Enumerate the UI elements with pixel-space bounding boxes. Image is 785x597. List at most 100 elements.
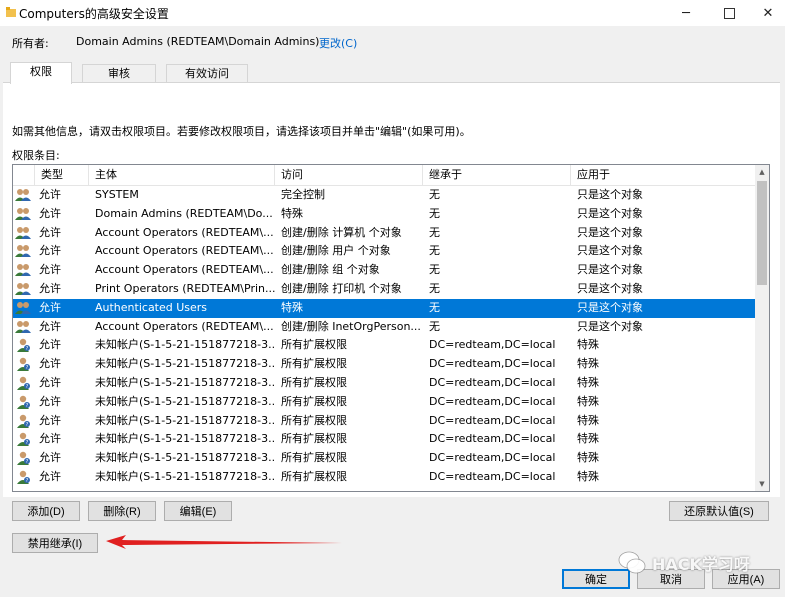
table-row[interactable]: ? 允许 未知帐户(S-1-5-21-151877218-3... 所有扩展权限 DC=…	[13, 355, 755, 374]
cell-applies-to: 只是这个对象	[577, 188, 643, 201]
table-row[interactable]: ? 允许 未知帐户(S-1-5-21-151877218-3... 所有扩展权限 DC=…	[13, 430, 755, 449]
cell-principal: Account Operators (REDTEAM\...	[95, 225, 274, 239]
owner-change-link[interactable]: 更改(C)	[319, 35, 357, 51]
cell-type: 允许	[39, 394, 61, 408]
minimize-button[interactable]: ─	[666, 0, 706, 26]
cell-inherited-from: DC=redteam,DC=local	[429, 375, 556, 389]
table-row[interactable]: 允许 Print Operators (REDTEAM\Prin... 创建/删除 …	[13, 280, 755, 299]
group-icon	[15, 187, 31, 203]
cell-inherited-from: DC=redteam,DC=local	[429, 413, 556, 427]
cell-principal: 未知帐户(S-1-5-21-151877218-3...	[95, 357, 275, 371]
table-row[interactable]: 允许 Domain Admins (REDTEAM\Do... 特殊 无 只是这个对象	[13, 205, 755, 224]
scroll-down-button[interactable]: ▼	[755, 477, 769, 491]
svg-text:?: ?	[26, 403, 29, 409]
cell-access: 所有扩展权限	[281, 338, 347, 352]
instruction-text: 如需其他信息，请双击权限项目。若要修改权限项目，请选择该项目并单击"编辑"(如果…	[12, 125, 471, 138]
cell-inherited-from: 无	[429, 263, 440, 277]
table-row[interactable]: ? 允许 未知帐户(S-1-5-21-151877218-3... 所有扩展权限 DC=…	[13, 374, 755, 393]
table-row[interactable]: 允许 Account Operators (REDTEAM\... 创建/删除 In…	[13, 318, 755, 337]
cell-type: 允许	[39, 225, 61, 239]
unknown-user-icon: ?	[15, 337, 31, 353]
cell-type: 允许	[39, 319, 61, 333]
table-row[interactable]: ? 允许 未知帐户(S-1-5-21-151877218-3... 所有扩展权限 DC=…	[13, 449, 755, 468]
vertical-scrollbar[interactable]: ▲ ▼	[755, 165, 769, 491]
cell-principal: 未知帐户(S-1-5-21-151877218-3...	[95, 375, 275, 389]
disable-inheritance-button[interactable]: 禁用继承(I)	[12, 533, 98, 553]
scroll-thumb[interactable]	[757, 181, 767, 285]
table-row[interactable]: ? 允许 未知帐户(S-1-5-21-151877218-3... 所有扩展权限 DC=…	[13, 468, 755, 487]
unknown-user-icon: ?	[15, 469, 31, 485]
window-title: Computers的高级安全设置	[19, 7, 169, 21]
cell-inherited-from: DC=redteam,DC=local	[429, 357, 556, 371]
row-icon-cell: ?	[13, 430, 35, 449]
chevron-up-icon: ▲	[759, 168, 765, 176]
header-access[interactable]: 访问	[275, 165, 423, 185]
cell-access: 创建/删除 InetOrgPerson...	[281, 319, 421, 333]
group-icon	[15, 206, 31, 222]
cell-access: 特殊	[281, 300, 303, 314]
cell-inherited-from: 无	[429, 300, 440, 314]
cell-access: 创建/删除 计算机 个对象	[281, 225, 402, 239]
cell-applies-to: 特殊	[577, 338, 599, 352]
unknown-user-icon: ?	[15, 356, 31, 372]
cell-access: 所有扩展权限	[281, 451, 347, 465]
cell-access: 所有扩展权限	[281, 432, 347, 446]
header-principal[interactable]: 主体	[89, 165, 275, 185]
group-icon	[15, 300, 31, 316]
cell-type: 允许	[39, 357, 61, 371]
cell-principal: 未知帐户(S-1-5-21-151877218-3...	[95, 394, 275, 408]
cell-principal: 未知帐户(S-1-5-21-151877218-3...	[95, 469, 275, 483]
table-row[interactable]: 允许 Account Operators (REDTEAM\... 创建/删除 组 …	[13, 261, 755, 280]
svg-text:?: ?	[26, 346, 29, 352]
header-inherited-from[interactable]: 继承于	[423, 165, 571, 185]
cell-principal: 未知帐户(S-1-5-21-151877218-3...	[95, 338, 275, 352]
cell-inherited-from: 无	[429, 244, 440, 258]
cell-access: 所有扩展权限	[281, 375, 347, 389]
tab-effective-access[interactable]: 有效访问	[166, 64, 248, 82]
row-icon-cell	[13, 186, 35, 205]
tab-permissions[interactable]: 权限	[10, 62, 72, 84]
cell-principal: Authenticated Users	[95, 300, 208, 314]
row-icon-cell: ?	[13, 336, 35, 355]
table-row[interactable]: ? 允许 未知帐户(S-1-5-21-151877218-3... 所有扩展权限 DC=…	[13, 336, 755, 355]
group-icon	[15, 225, 31, 241]
table-row[interactable]: 允许 Authenticated Users 特殊 无 只是这个对象	[13, 298, 755, 318]
header-applies-to[interactable]: 应用于	[571, 165, 755, 185]
cell-type: 允许	[39, 375, 61, 389]
add-button[interactable]: 添加(D)	[12, 501, 80, 521]
close-button[interactable]: ✕	[748, 0, 785, 26]
row-icon-cell	[13, 299, 35, 318]
permission-entries-list[interactable]: 类型 主体 访问 继承于 应用于 允许 SYSTEM 完全控制无只是这个对象 允许 Do…	[12, 164, 770, 492]
tab-auditing[interactable]: 审核	[82, 64, 156, 82]
header-type[interactable]: 类型	[35, 165, 89, 185]
cell-access: 所有扩展权限	[281, 394, 347, 408]
title-bar: Computers的高级安全设置 ─ ✕	[0, 0, 785, 26]
table-row[interactable]: 允许 Account Operators (REDTEAM\... 创建/删除 计算…	[13, 224, 755, 243]
svg-text:?: ?	[26, 478, 29, 484]
cell-applies-to: 只是这个对象	[577, 281, 643, 295]
row-icon-cell	[13, 242, 35, 261]
remove-button[interactable]: 删除(R)	[88, 501, 156, 521]
cell-access: 创建/删除 用户 个对象	[281, 244, 391, 258]
group-icon	[15, 319, 31, 335]
table-row[interactable]: 允许 SYSTEM 完全控制 无 只是这个对象	[13, 186, 755, 205]
close-icon: ✕	[762, 5, 774, 21]
cell-type: 允许	[39, 469, 61, 483]
scroll-up-button[interactable]: ▲	[755, 165, 769, 179]
row-icon-cell: ?	[13, 412, 35, 431]
group-icon	[15, 243, 31, 259]
cell-principal: 未知帐户(S-1-5-21-151877218-3...	[95, 451, 275, 465]
maximize-button[interactable]	[709, 0, 749, 26]
restore-defaults-button[interactable]: 还原默认值(S)	[669, 501, 769, 521]
table-row[interactable]: ? 允许 未知帐户(S-1-5-21-151877218-3... 所有扩展权限 DC=…	[13, 393, 755, 412]
chevron-down-icon: ▼	[759, 480, 765, 488]
permission-entries-label: 权限条目:	[12, 149, 60, 162]
svg-text:?: ?	[26, 440, 29, 446]
cell-access: 所有扩展权限	[281, 357, 347, 371]
table-row[interactable]: ? 允许 未知帐户(S-1-5-21-151877218-3... 所有扩展权限 DC=…	[13, 412, 755, 431]
table-row[interactable]: 允许 Account Operators (REDTEAM\... 创建/删除 用户…	[13, 242, 755, 261]
wechat-icon	[618, 551, 646, 574]
cell-type: 允许	[39, 244, 61, 258]
edit-button[interactable]: 编辑(E)	[164, 501, 232, 521]
cell-applies-to: 只是这个对象	[577, 300, 643, 314]
